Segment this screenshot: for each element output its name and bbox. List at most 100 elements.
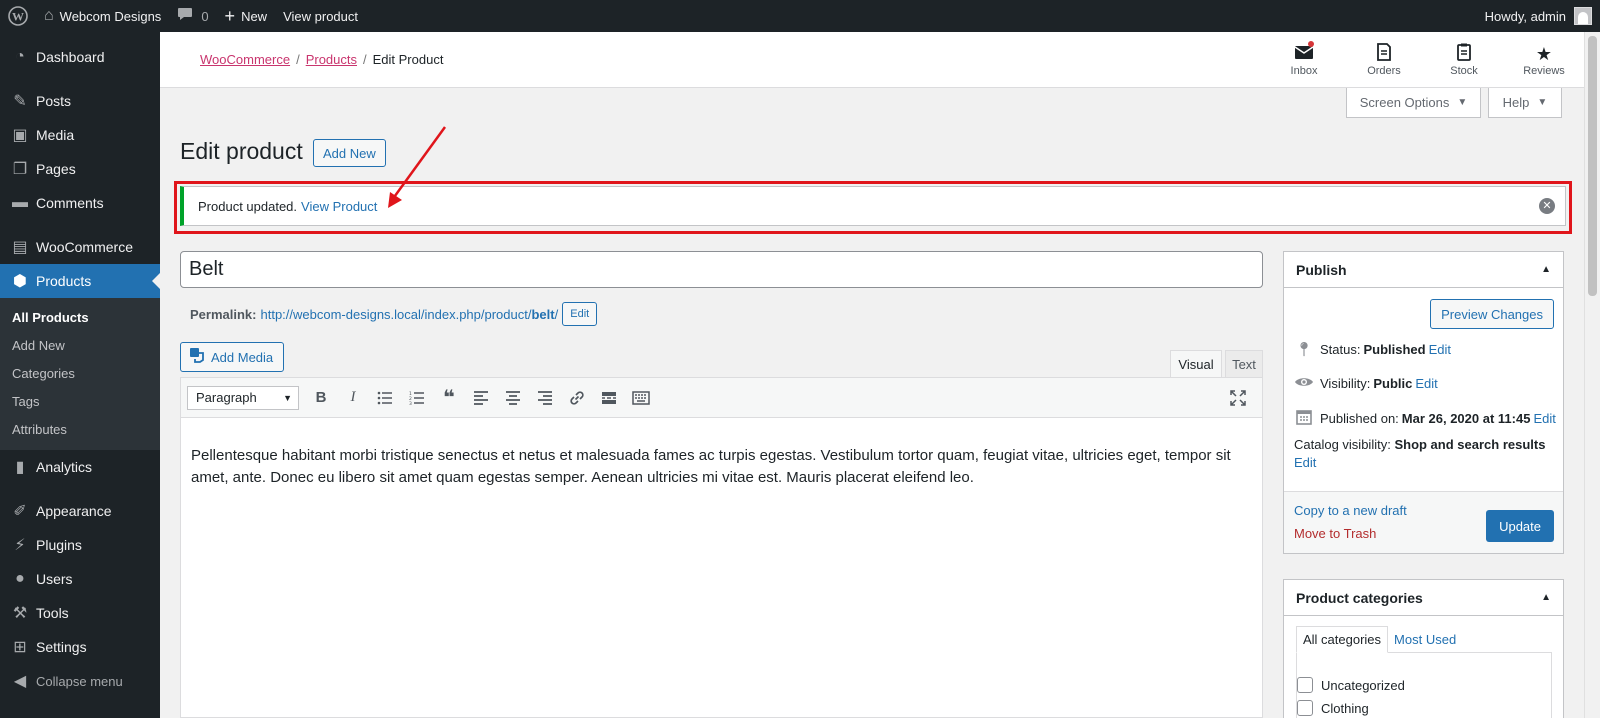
- submenu-categories[interactable]: Categories: [0, 360, 160, 388]
- bullet-list-icon[interactable]: [369, 384, 401, 412]
- wordpress-logo-icon[interactable]: W: [0, 0, 36, 32]
- catalog-label: Catalog visibility:: [1294, 437, 1391, 452]
- publish-header[interactable]: Publish ▲: [1284, 252, 1563, 288]
- caret-up-icon: ▲: [1541, 264, 1551, 275]
- format-select[interactable]: Paragraph ▼: [187, 385, 299, 410]
- editor-toolbar: Paragraph ▼ B I 123 ❝: [181, 378, 1262, 418]
- categories-header[interactable]: Product categories ▲: [1284, 580, 1563, 616]
- screen-options-label: Screen Options: [1359, 95, 1450, 110]
- align-left-icon[interactable]: [465, 384, 497, 412]
- publish-actions: Copy to a new draft Move to Trash Update: [1284, 491, 1563, 553]
- comments-link[interactable]: 0: [169, 0, 216, 32]
- editor-content[interactable]: Pellentesque habitant morbi tristique se…: [181, 418, 1262, 516]
- orders-button[interactable]: Orders: [1344, 32, 1424, 88]
- comment-icon: ▬: [12, 194, 28, 211]
- blockquote-icon[interactable]: ❝: [433, 384, 465, 412]
- scrollbar-thumb[interactable]: [1588, 36, 1597, 296]
- add-new-button[interactable]: Add New: [313, 139, 386, 167]
- my-account-link[interactable]: Howdy, admin: [1477, 0, 1600, 32]
- pin-icon: ✎: [13, 93, 27, 110]
- submenu-attributes[interactable]: Attributes: [0, 416, 160, 444]
- reviews-button[interactable]: ★ Reviews: [1504, 32, 1584, 88]
- category-checkbox[interactable]: [1297, 700, 1313, 716]
- category-item[interactable]: Clothing: [1297, 700, 1369, 716]
- status-edit-link[interactable]: Edit: [1429, 342, 1451, 357]
- align-right-icon[interactable]: [529, 384, 561, 412]
- update-button[interactable]: Update: [1486, 510, 1554, 542]
- submenu-tags[interactable]: Tags: [0, 388, 160, 416]
- menu-label: WooCommerce: [36, 239, 133, 255]
- help-button[interactable]: Help ▼: [1488, 88, 1562, 118]
- orders-icon: [1376, 43, 1392, 65]
- italic-icon[interactable]: I: [337, 384, 369, 412]
- categories-title: Product categories: [1296, 589, 1423, 606]
- format-value: Paragraph: [196, 390, 257, 405]
- caret-down-icon: ▼: [283, 392, 292, 403]
- view-product-link[interactable]: View product: [275, 0, 366, 32]
- product-categories-box: Product categories ▲ All categories Most…: [1283, 579, 1564, 718]
- help-label: Help: [1502, 95, 1530, 110]
- menu-tools[interactable]: ⚒ Tools: [0, 596, 160, 630]
- page-scrollbar[interactable]: [1584, 32, 1600, 718]
- published-edit-link[interactable]: Edit: [1533, 411, 1555, 426]
- tab-visual[interactable]: Visual: [1170, 350, 1222, 378]
- comment-bubble-icon: [177, 7, 193, 26]
- menu-media[interactable]: ▣ Media: [0, 118, 160, 152]
- category-item[interactable]: Uncategorized: [1297, 677, 1405, 693]
- screen-options-button[interactable]: Screen Options ▼: [1346, 88, 1481, 118]
- permalink-edit-button[interactable]: Edit: [562, 302, 598, 326]
- tab-most-used[interactable]: Most Used: [1388, 626, 1462, 653]
- menu-plugins[interactable]: ⚡ Plugins: [0, 528, 160, 562]
- visibility-edit-link[interactable]: Edit: [1415, 376, 1437, 391]
- menu-label: Media: [36, 127, 75, 143]
- submenu-add-new[interactable]: Add New: [0, 332, 160, 360]
- stock-button[interactable]: Stock: [1424, 32, 1504, 88]
- published-value: Mar 26, 2020 at 11:45: [1401, 411, 1531, 426]
- menu-users[interactable]: ● Users: [0, 562, 160, 596]
- catalog-visibility-row: Catalog visibility: Shop and search resu…: [1294, 436, 1554, 472]
- permalink-row: Permalink: http://webcom-designs.local/i…: [190, 302, 598, 326]
- products-submenu: All Products Add New Categories Tags Att…: [0, 298, 160, 450]
- move-to-trash-link[interactable]: Move to Trash: [1294, 526, 1376, 541]
- site-name-link[interactable]: ⌂ Webcom Designs: [36, 0, 169, 32]
- menu-woocommerce[interactable]: ▤ WooCommerce: [0, 230, 160, 264]
- catalog-edit-link[interactable]: Edit: [1294, 455, 1316, 470]
- product-title-input[interactable]: Belt: [180, 251, 1263, 288]
- breadcrumb-products[interactable]: Products: [306, 52, 357, 67]
- submenu-all-products[interactable]: All Products: [0, 304, 160, 332]
- breadcrumb: WooCommerce / Products / Edit Product: [200, 52, 444, 67]
- menu-collapse[interactable]: ◀ Collapse menu: [0, 664, 160, 698]
- add-media-button[interactable]: Add Media: [180, 342, 285, 372]
- align-center-icon[interactable]: [497, 384, 529, 412]
- category-checkbox[interactable]: [1297, 677, 1313, 693]
- permalink-base: http://webcom-designs.local/index.php/pr…: [260, 306, 532, 322]
- home-icon: ⌂: [44, 7, 54, 24]
- link-icon[interactable]: [561, 384, 593, 412]
- eye-icon: [1294, 375, 1314, 391]
- permalink-link[interactable]: http://webcom-designs.local/index.php/pr…: [260, 307, 558, 322]
- inbox-button[interactable]: Inbox: [1264, 32, 1344, 88]
- menu-dashboard[interactable]: ◔ Dashboard: [0, 40, 160, 74]
- copy-to-draft-link[interactable]: Copy to a new draft: [1294, 503, 1407, 518]
- menu-pages[interactable]: ❐ Pages: [0, 152, 160, 186]
- read-more-icon[interactable]: [593, 384, 625, 412]
- numbered-list-icon[interactable]: 123: [401, 384, 433, 412]
- fullscreen-icon[interactable]: [1222, 384, 1254, 412]
- menu-products[interactable]: ⬢ Products: [0, 264, 160, 298]
- bold-icon[interactable]: B: [305, 384, 337, 412]
- menu-analytics[interactable]: ▮ Analytics: [0, 450, 160, 484]
- menu-posts[interactable]: ✎ Posts: [0, 84, 160, 118]
- preview-changes-button[interactable]: Preview Changes: [1430, 299, 1554, 329]
- new-content-link[interactable]: + New: [217, 0, 276, 32]
- breadcrumb-woocommerce[interactable]: WooCommerce: [200, 52, 290, 67]
- tab-all-categories[interactable]: All categories: [1296, 626, 1389, 653]
- category-label: Uncategorized: [1321, 677, 1405, 693]
- menu-comments[interactable]: ▬ Comments: [0, 186, 160, 220]
- media-icon: [189, 347, 205, 367]
- svg-text:3: 3: [409, 401, 412, 405]
- inbox-label: Inbox: [1290, 65, 1318, 77]
- toolbar-toggle-icon[interactable]: [625, 384, 657, 412]
- menu-settings[interactable]: ⊞ Settings: [0, 630, 160, 664]
- menu-appearance[interactable]: ✐ Appearance: [0, 494, 160, 528]
- tab-text[interactable]: Text: [1225, 350, 1263, 378]
